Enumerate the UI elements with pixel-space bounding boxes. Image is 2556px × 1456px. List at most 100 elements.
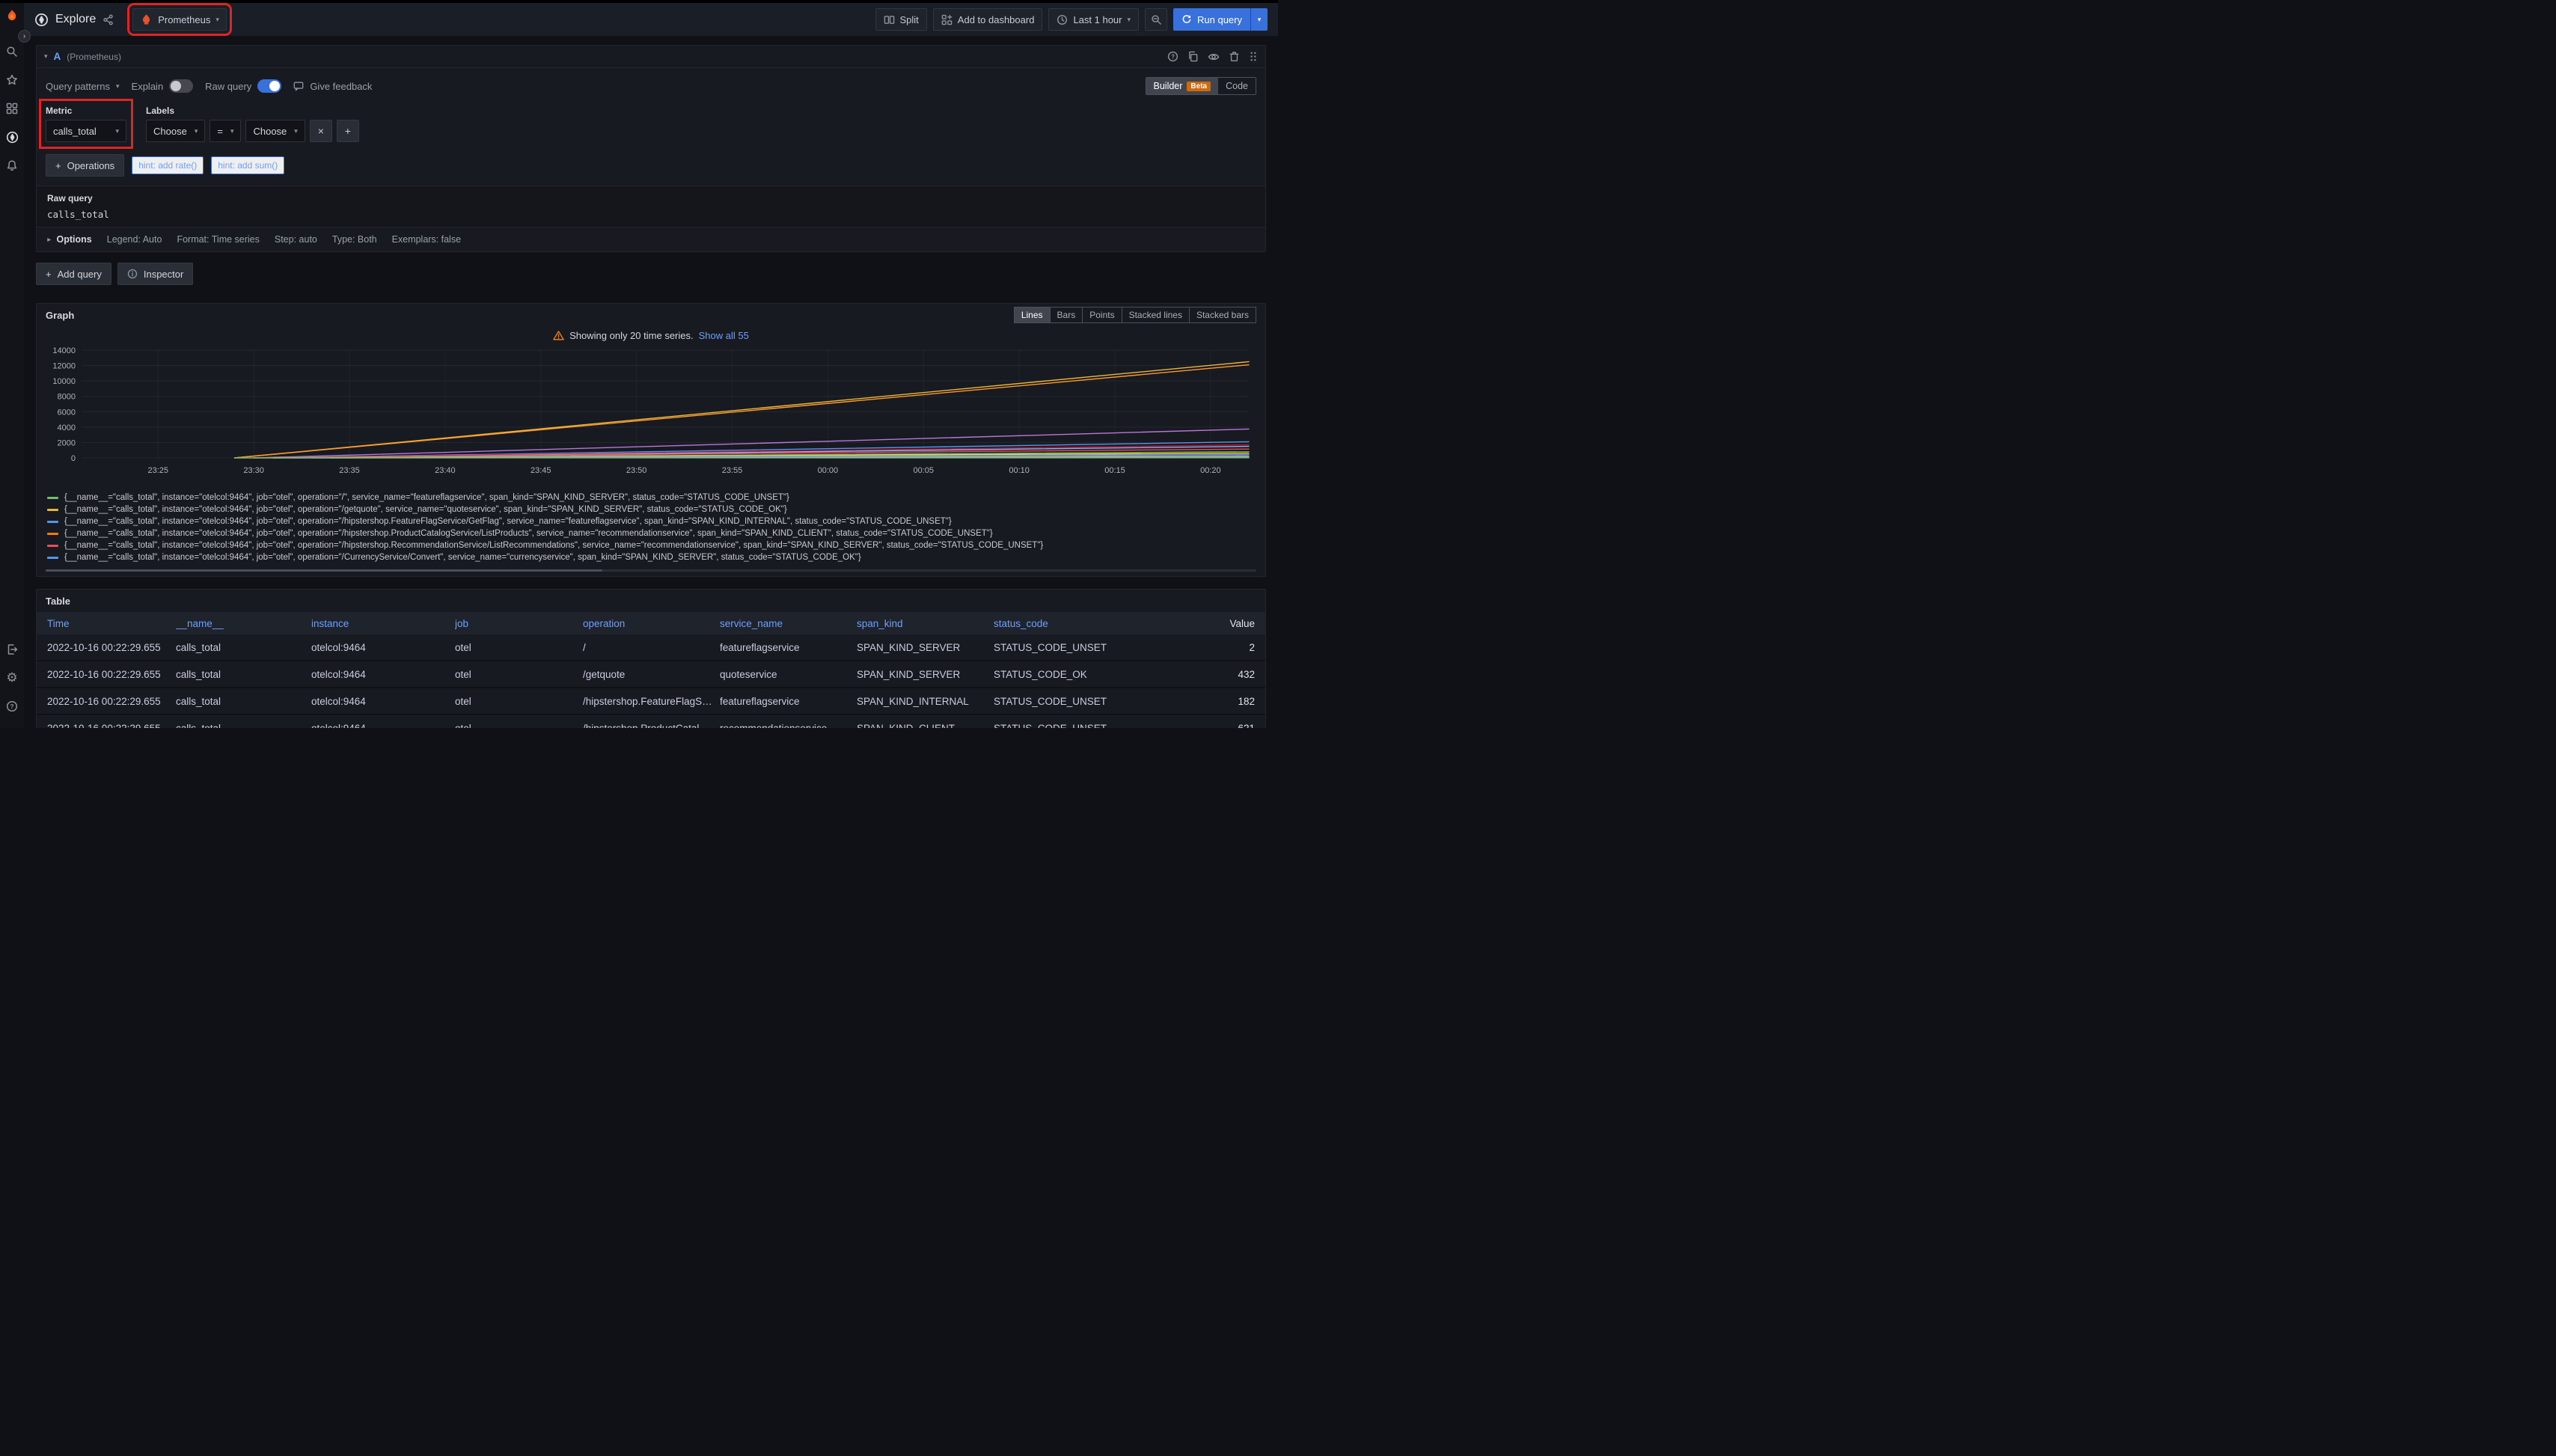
svg-text:00:05: 00:05 xyxy=(913,466,934,475)
svg-text:00:15: 00:15 xyxy=(1104,466,1125,475)
table-column-header[interactable]: status_code xyxy=(994,618,1128,629)
datasource-picker[interactable]: Prometheus ▾ xyxy=(132,8,227,31)
legend-item[interactable]: {__name__="calls_total", instance="otelc… xyxy=(47,516,1265,527)
legend-swatch xyxy=(47,509,58,511)
label-value-select[interactable]: Choose ▾ xyxy=(245,120,305,142)
table-column-header[interactable]: span_kind xyxy=(857,618,994,629)
collapse-chevron-icon[interactable]: ▾ xyxy=(44,52,48,61)
label-key-select[interactable]: Choose ▾ xyxy=(146,120,205,142)
table-column-header[interactable]: service_name xyxy=(720,618,857,629)
delete-query-trash-icon[interactable] xyxy=(1229,51,1240,62)
table-column-header[interactable]: Time xyxy=(37,618,176,629)
query-editor-panel: ▾ A (Prometheus) ? Query patterns xyxy=(36,45,1266,252)
svg-text:23:40: 23:40 xyxy=(435,466,456,475)
settings-gear-icon[interactable]: ⚙ xyxy=(4,670,20,686)
hint-add-sum-button[interactable]: hint: add sum() xyxy=(211,156,284,174)
query-ref-id: A xyxy=(54,51,61,62)
legend-swatch xyxy=(47,521,58,523)
add-query-button[interactable]: + Add query xyxy=(36,263,111,285)
explore-nav-icon[interactable] xyxy=(4,129,20,145)
show-all-series-link[interactable]: Show all 55 xyxy=(699,330,749,341)
query-datasource-note: (Prometheus) xyxy=(67,52,121,62)
svg-text:00:20: 00:20 xyxy=(1200,466,1221,475)
legend-item[interactable]: {__name__="calls_total", instance="otelc… xyxy=(47,492,1265,504)
table-column-header[interactable]: Value xyxy=(1128,618,1265,629)
explain-toggle[interactable] xyxy=(169,79,193,93)
table-row[interactable]: 2022-10-16 00:22:29.655calls_totalotelco… xyxy=(37,715,1265,728)
raw-query-toggle[interactable] xyxy=(257,79,281,93)
raw-query-value: calls_total xyxy=(47,209,1255,220)
option-format: Format: Time series xyxy=(177,234,259,245)
comment-icon xyxy=(293,81,304,91)
add-label-button[interactable]: + xyxy=(337,120,359,142)
run-query-button[interactable]: Run query ▾ xyxy=(1173,8,1268,31)
share-icon[interactable] xyxy=(103,14,114,25)
raw-query-preview: Raw query calls_total xyxy=(37,186,1265,227)
search-icon[interactable] xyxy=(4,43,20,60)
table-row[interactable]: 2022-10-16 00:22:29.655calls_totalotelco… xyxy=(37,634,1265,661)
query-help-icon[interactable]: ? xyxy=(1167,51,1178,62)
graph-mode-stacked-bars[interactable]: Stacked bars xyxy=(1189,307,1256,323)
table-cell: STATUS_CODE_UNSET xyxy=(994,642,1128,653)
legend-scrollbar[interactable] xyxy=(46,569,1256,572)
table-cell: calls_total xyxy=(176,642,311,653)
table-cell: 2022-10-16 00:22:29.655 xyxy=(37,642,176,653)
zoom-out-button[interactable] xyxy=(1145,8,1167,31)
split-button[interactable]: Split xyxy=(875,8,927,31)
drag-handle-icon[interactable] xyxy=(1249,51,1258,62)
svg-text:14000: 14000 xyxy=(52,346,76,355)
table-row[interactable]: 2022-10-16 00:22:29.655calls_totalotelco… xyxy=(37,661,1265,688)
sign-in-icon[interactable] xyxy=(4,641,20,658)
hide-response-eye-icon[interactable] xyxy=(1208,51,1220,63)
table-column-header[interactable]: instance xyxy=(311,618,455,629)
legend-item[interactable]: {__name__="calls_total", instance="otelc… xyxy=(47,539,1265,551)
sidebar-expand-button[interactable]: › xyxy=(18,30,31,43)
legend-item[interactable]: {__name__="calls_total", instance="otelc… xyxy=(47,504,1265,516)
table-column-header[interactable]: job xyxy=(455,618,583,629)
operations-button[interactable]: + Operations xyxy=(46,154,124,177)
table-cell: /hipstershop.FeatureFlagServi... xyxy=(583,696,720,707)
legend-item[interactable]: {__name__="calls_total", instance="otelc… xyxy=(47,527,1265,539)
option-step: Step: auto xyxy=(275,234,317,245)
query-row-header[interactable]: ▾ A (Prometheus) ? xyxy=(37,46,1265,68)
legend-label: {__name__="calls_total", instance="otelc… xyxy=(64,541,1043,550)
grafana-logo[interactable] xyxy=(4,9,19,24)
dashboards-icon[interactable] xyxy=(4,100,20,117)
table-column-header[interactable]: operation xyxy=(583,618,720,629)
run-query-dropdown[interactable]: ▾ xyxy=(1250,8,1268,31)
inspector-button[interactable]: Inspector xyxy=(117,263,193,285)
table-column-header[interactable]: __name__ xyxy=(176,618,311,629)
query-patterns-dropdown[interactable]: Query patterns ▾ xyxy=(46,81,120,92)
graph-mode-points[interactable]: Points xyxy=(1082,307,1122,323)
code-mode-button[interactable]: Code xyxy=(1218,78,1256,94)
graph-mode-stacked-lines[interactable]: Stacked lines xyxy=(1122,307,1190,323)
legend-item[interactable]: {__name__="calls_total", instance="otelc… xyxy=(47,551,1265,563)
legend-scrollbar-thumb[interactable] xyxy=(46,569,602,572)
add-to-dashboard-button[interactable]: Add to dashboard xyxy=(933,8,1043,31)
options-expander[interactable]: ▾ Options xyxy=(47,234,92,245)
graph-panel-title: Graph xyxy=(46,310,74,321)
table-body: 2022-10-16 00:22:29.655calls_totalotelco… xyxy=(37,634,1265,728)
copy-query-icon[interactable] xyxy=(1187,51,1199,62)
timeseries-chart[interactable]: 0200040006000800010000120001400023:2523:… xyxy=(46,346,1255,485)
svg-text:23:25: 23:25 xyxy=(148,466,169,475)
table-row[interactable]: 2022-10-16 00:22:29.655calls_totalotelco… xyxy=(37,688,1265,715)
graph-mode-lines[interactable]: Lines xyxy=(1014,307,1051,323)
label-operator-select[interactable]: = ▾ xyxy=(210,120,241,142)
table-cell: 182 xyxy=(1128,696,1265,707)
hint-add-rate-button[interactable]: hint: add rate() xyxy=(132,156,204,174)
page-title: Explore xyxy=(55,13,96,26)
alerting-bell-icon[interactable] xyxy=(4,157,20,174)
help-icon[interactable]: ? xyxy=(4,698,20,715)
give-feedback-link[interactable]: Give feedback xyxy=(293,81,372,92)
starred-icon[interactable] xyxy=(4,72,20,88)
svg-text:10000: 10000 xyxy=(52,377,76,386)
table-cell: 2022-10-16 00:22:29.655 xyxy=(37,696,176,707)
builder-mode-button[interactable]: Builder Beta xyxy=(1146,78,1219,94)
graph-mode-bars[interactable]: Bars xyxy=(1050,307,1083,323)
option-legend: Legend: Auto xyxy=(107,234,162,245)
svg-text:?: ? xyxy=(10,703,13,710)
metric-select[interactable]: calls_total ▾ xyxy=(46,120,126,142)
time-range-picker[interactable]: Last 1 hour ▾ xyxy=(1048,8,1139,31)
remove-label-button[interactable]: × xyxy=(310,120,332,142)
